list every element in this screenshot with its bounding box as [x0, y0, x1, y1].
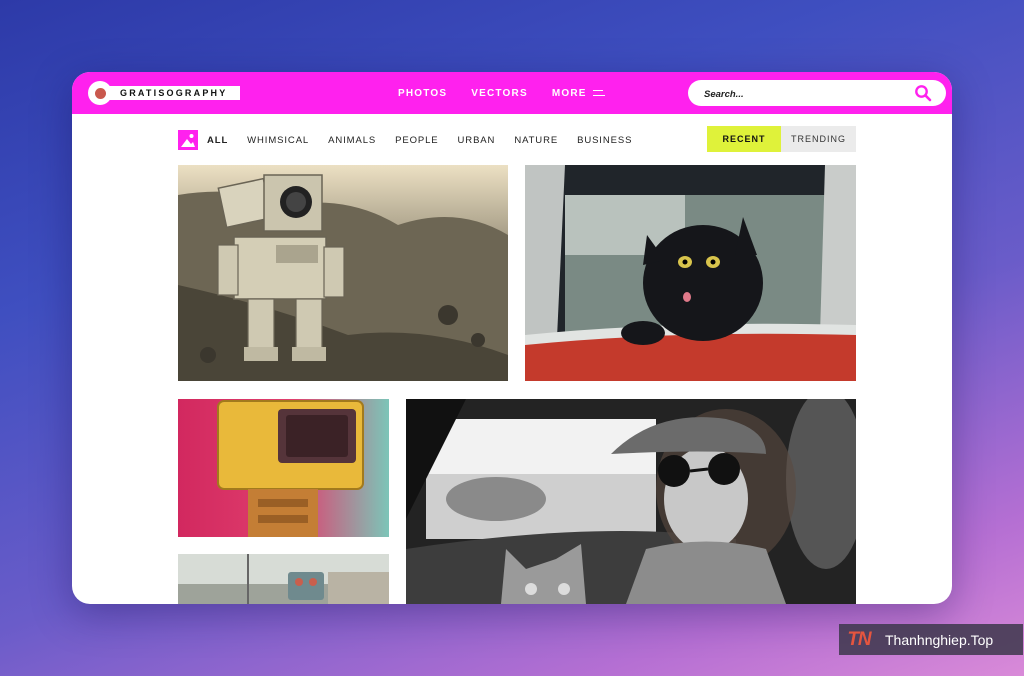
photo-tv-robot[interactable] [178, 399, 389, 537]
filter-nature[interactable]: NATURE [514, 135, 558, 146]
filter-all[interactable]: ALL [207, 135, 228, 146]
category-filters: ALL WHIMSICAL ANIMALS PEOPLE URBAN NATUR… [178, 130, 651, 150]
filter-whimsical[interactable]: WHIMSICAL [247, 135, 309, 146]
main-nav: PHOTOS VECTORS MORE [398, 72, 629, 114]
search-input[interactable] [702, 83, 896, 105]
photo-cat-in-car[interactable] [525, 165, 856, 381]
filter-people[interactable]: PEOPLE [395, 135, 438, 146]
nav-vectors[interactable]: VECTORS [471, 88, 528, 99]
sort-trending-button[interactable]: TRENDING [781, 126, 856, 152]
watermark: TN Thanhnghiep.Top [839, 624, 1023, 655]
logo-icon [88, 81, 112, 105]
filter-business[interactable]: BUSINESS [577, 135, 632, 146]
top-navigation-bar: GRATISOGRAPHY PHOTOS VECTORS MORE [72, 72, 952, 114]
filter-urban[interactable]: URBAN [458, 135, 496, 146]
site-logo[interactable]: GRATISOGRAPHY [88, 81, 240, 105]
search-icon[interactable] [914, 84, 932, 102]
nav-photos[interactable]: PHOTOS [398, 88, 447, 99]
nav-more-label: MORE [551, 87, 587, 99]
sort-toggle: RECENT TRENDING [707, 126, 856, 152]
watermark-text: Thanhnghiep.Top [885, 631, 994, 648]
browser-window: GRATISOGRAPHY PHOTOS VECTORS MORE Search… [72, 72, 952, 604]
photo-street-robot[interactable] [178, 554, 389, 604]
watermark-badge: TN [847, 628, 871, 650]
menu-lines-icon [592, 89, 605, 97]
photo-woman-with-cat[interactable] [406, 399, 856, 604]
filter-animals[interactable]: ANIMALS [328, 135, 376, 146]
logo-text: GRATISOGRAPHY [102, 86, 240, 100]
nav-more[interactable]: MORE [552, 88, 605, 99]
image-icon [178, 130, 198, 150]
search-box [688, 80, 946, 106]
sort-recent-button[interactable]: RECENT [707, 126, 781, 152]
photo-robot-rocks[interactable] [178, 165, 508, 381]
